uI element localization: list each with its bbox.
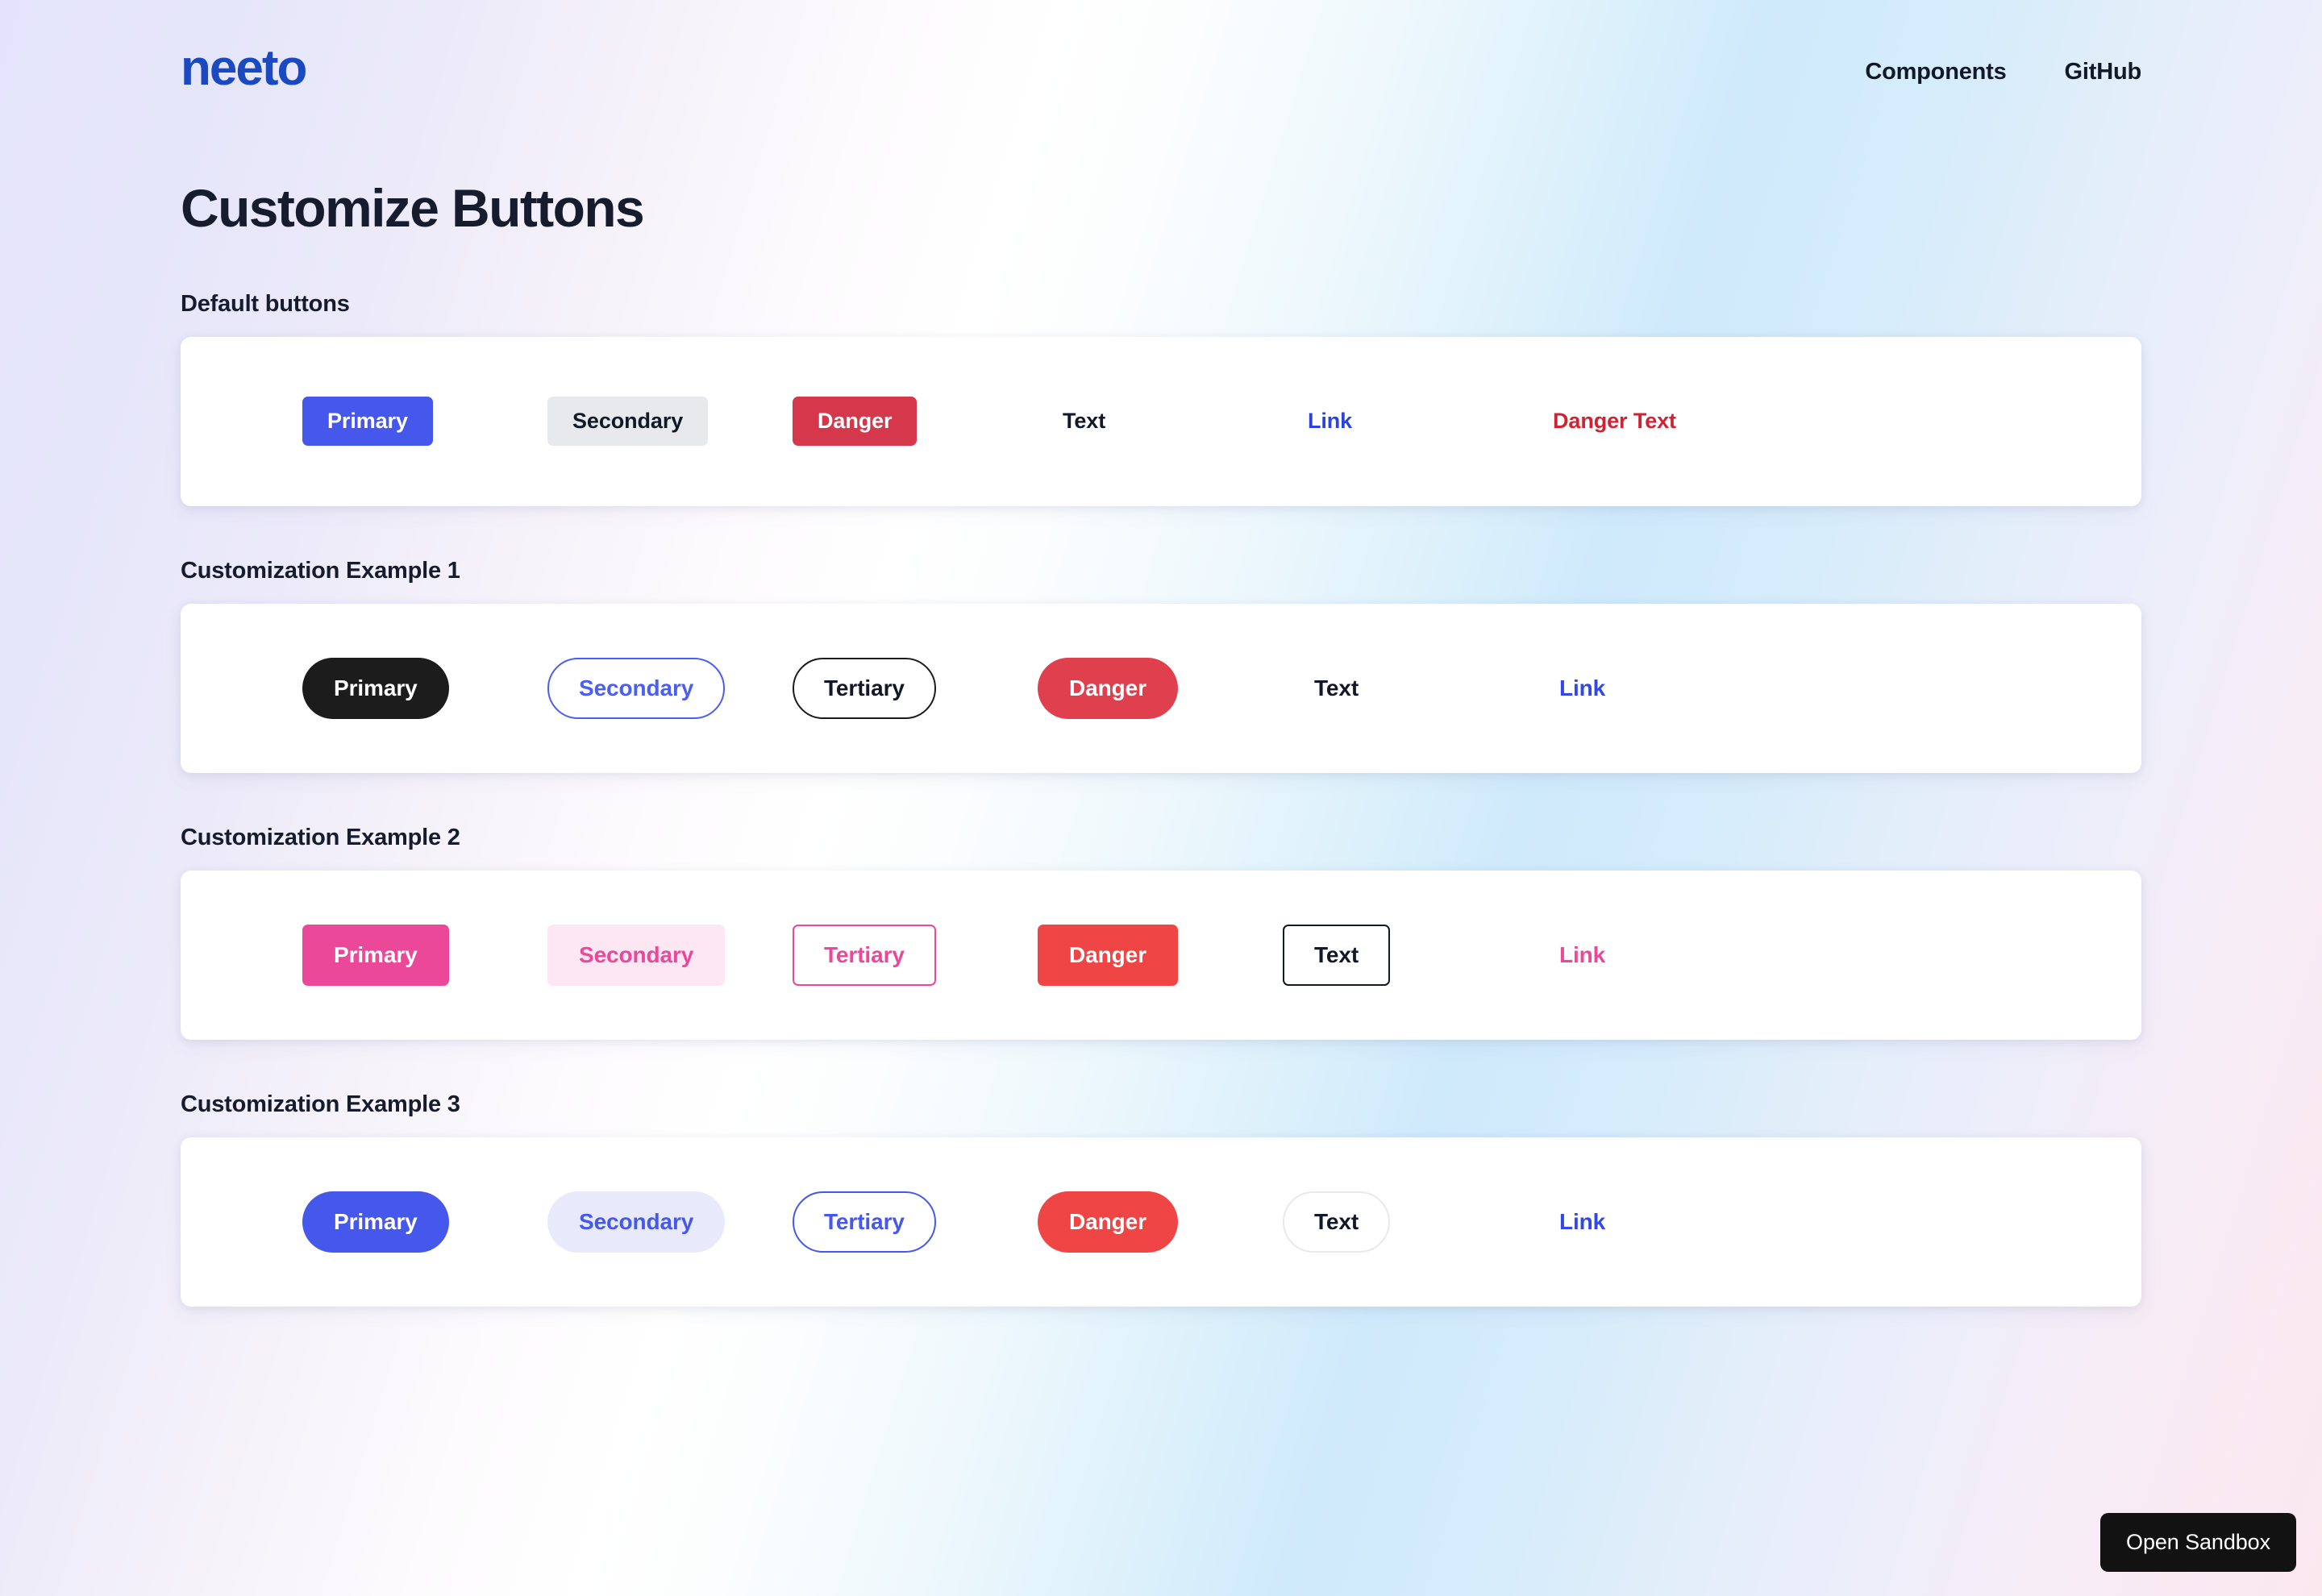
button-slot: Danger Text	[1528, 397, 1773, 446]
button-slot: Link	[1528, 1191, 1773, 1253]
card-example-3: Primary Secondary Tertiary Danger Text L…	[181, 1137, 2141, 1307]
button-slot: Danger	[793, 397, 1038, 447]
default-link-button[interactable]: Link	[1283, 397, 1377, 446]
main-content: Customize Buttons Default buttons Primar…	[0, 143, 2322, 1307]
button-row-example-1: Primary Secondary Tertiary Danger Text L…	[181, 657, 1773, 719]
example2-primary-button[interactable]: Primary	[302, 924, 449, 986]
example3-tertiary-button[interactable]: Tertiary	[793, 1191, 936, 1253]
button-slot: Text	[1038, 397, 1283, 446]
button-slot: Primary	[302, 1191, 547, 1253]
nav-link-github[interactable]: GitHub	[2065, 59, 2142, 85]
button-slot: Link	[1528, 925, 1773, 986]
example1-tertiary-button[interactable]: Tertiary	[793, 657, 936, 719]
button-row-example-3: Primary Secondary Tertiary Danger Text L…	[181, 1191, 1773, 1253]
button-slot: Text	[1283, 658, 1528, 719]
example2-tertiary-button[interactable]: Tertiary	[793, 924, 936, 986]
site-header: neeto Components GitHub	[0, 0, 2322, 143]
button-slot: Danger	[1038, 657, 1283, 719]
page-title: Customize Buttons	[181, 178, 645, 238]
main-nav: Components GitHub	[1865, 59, 2141, 85]
button-slot: Link	[1528, 658, 1773, 719]
button-slot: Tertiary	[793, 657, 1038, 719]
button-slot: Primary	[302, 657, 547, 719]
neeto-logo[interactable]: neeto	[181, 44, 307, 94]
button-row-default: Primary Secondary Danger Text Link Dange…	[181, 397, 1773, 447]
example1-danger-button[interactable]: Danger	[1038, 657, 1178, 719]
open-sandbox-button[interactable]: Open Sandbox	[2100, 1513, 2296, 1572]
button-slot: Secondary	[547, 924, 793, 986]
card-example-1: Primary Secondary Tertiary Danger Text L…	[181, 603, 2141, 773]
default-primary-button[interactable]: Primary	[302, 397, 433, 447]
button-slot: Secondary	[547, 1191, 793, 1253]
nav-link-components[interactable]: Components	[1865, 59, 2006, 85]
example3-danger-button[interactable]: Danger	[1038, 1191, 1178, 1253]
example3-link-button[interactable]: Link	[1528, 1191, 1637, 1253]
button-slot: Tertiary	[793, 1191, 1038, 1253]
example2-secondary-button[interactable]: Secondary	[547, 924, 726, 986]
page-root: neeto Components GitHub Customize Button…	[0, 0, 2322, 1596]
button-slot: Danger	[1038, 924, 1283, 986]
example3-primary-button[interactable]: Primary	[302, 1191, 449, 1253]
example1-primary-button[interactable]: Primary	[302, 657, 449, 719]
button-slot: Secondary	[547, 657, 793, 719]
example1-secondary-button[interactable]: Secondary	[547, 657, 726, 719]
default-text-button[interactable]: Text	[1038, 397, 1130, 446]
card-example-2: Primary Secondary Tertiary Danger Text L…	[181, 870, 2141, 1040]
button-row-example-2: Primary Secondary Tertiary Danger Text L…	[181, 924, 1773, 986]
button-slot: Text	[1283, 1191, 1528, 1253]
example1-link-button[interactable]: Link	[1528, 658, 1637, 719]
section-label-example-1: Customization Example 1	[181, 557, 460, 584]
example2-link-button[interactable]: Link	[1528, 925, 1637, 986]
section-label-example-2: Customization Example 2	[181, 824, 460, 850]
card-default-buttons: Primary Secondary Danger Text Link Dange…	[181, 336, 2141, 506]
example1-text-button[interactable]: Text	[1283, 658, 1390, 719]
section-label-default-buttons: Default buttons	[181, 290, 350, 317]
default-danger-button[interactable]: Danger	[793, 397, 918, 447]
example2-text-button[interactable]: Text	[1283, 924, 1391, 986]
button-slot: Link	[1283, 397, 1528, 446]
button-slot: Primary	[302, 924, 547, 986]
button-slot: Secondary	[547, 397, 793, 447]
default-danger-text-button[interactable]: Danger Text	[1528, 397, 1701, 446]
button-slot: Danger	[1038, 1191, 1283, 1253]
example3-text-button[interactable]: Text	[1283, 1191, 1391, 1253]
button-slot: Text	[1283, 924, 1528, 986]
default-secondary-button[interactable]: Secondary	[547, 397, 709, 447]
button-slot: Primary	[302, 397, 547, 447]
example2-danger-button[interactable]: Danger	[1038, 924, 1178, 986]
button-slot: Tertiary	[793, 924, 1038, 986]
example3-secondary-button[interactable]: Secondary	[547, 1191, 726, 1253]
section-label-example-3: Customization Example 3	[181, 1091, 460, 1117]
